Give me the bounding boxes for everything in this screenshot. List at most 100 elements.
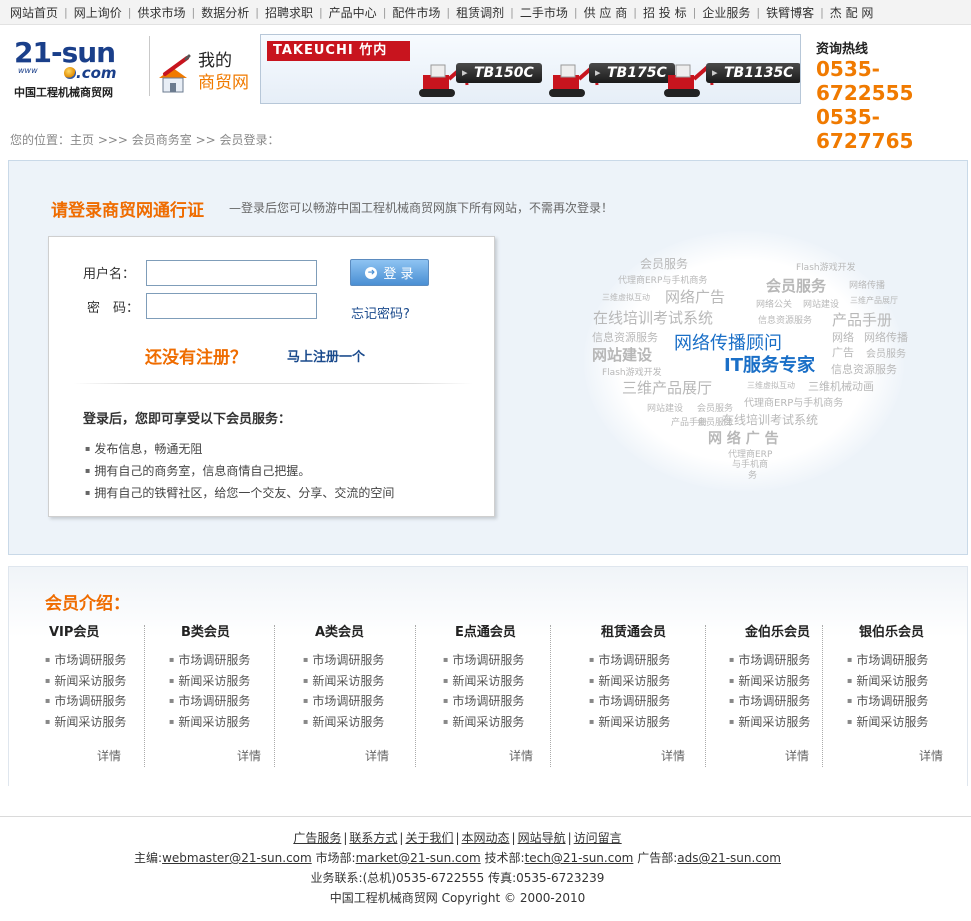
list-item: 新闻采访服务 [729, 712, 829, 733]
top-nav-link[interactable]: 产品中心 [323, 4, 383, 21]
top-nav-link[interactable]: 配件市场 [386, 4, 446, 21]
top-nav-link[interactable]: 企业服务 [696, 4, 756, 21]
top-nav-link[interactable]: 杰 配 网 [824, 4, 880, 21]
column-divider [415, 625, 416, 767]
list-item: 新闻采访服务 [169, 671, 279, 692]
cloud-word: 网络传播 [849, 281, 886, 291]
market-email-link[interactable]: market@21-sun.com [356, 851, 481, 865]
member-type-heading: B类会员 [181, 625, 230, 640]
footer-link[interactable]: 广告服务 [293, 831, 341, 845]
list-item: 拥有自己的铁臂社区，给您一个交友、分享、交流的空间 [85, 482, 394, 504]
cloud-word: 三维虚拟互动 [602, 293, 650, 302]
member-service-list: 市场调研服务新闻采访服务市场调研服务新闻采访服务 [45, 650, 145, 732]
top-nav-item: 招 投 标 | [637, 4, 696, 21]
cloud-word: 在线培训考试系统 [722, 413, 819, 427]
list-item: 发布信息，畅通无阻 [85, 438, 394, 460]
cloud-word: 在线培训考试系统 [593, 309, 714, 327]
tech-email-link[interactable]: tech@21-sun.com [525, 851, 634, 865]
top-nav-link[interactable]: 网上询价 [68, 4, 128, 21]
top-nav-link[interactable]: 数据分析 [195, 4, 255, 21]
hotline-title: 资询热线 [816, 42, 869, 57]
member-service-list: 市场调研服务新闻采访服务市场调研服务新闻采访服务 [169, 650, 279, 732]
details-link[interactable]: 详情 [509, 747, 533, 763]
column-divider [822, 625, 823, 767]
column-divider [550, 625, 551, 767]
cloud-word: 信息资源服务 [831, 363, 897, 376]
member-service-list: 市场调研服务新闻采访服务市场调研服务新闻采访服务 [303, 650, 413, 732]
list-item: 新闻采访服务 [847, 712, 947, 733]
login-panel: 请登录商贸网通行证 —登录后您可以畅游中国工程机械商贸网旗下所有网站，不需再次登… [8, 160, 968, 555]
top-nav-item: 数据分析 | [195, 4, 259, 21]
member-service-list: 市场调研服务新闻采访服务市场调研服务新闻采访服务 [443, 650, 563, 732]
top-nav-link[interactable]: 供求市场 [131, 4, 191, 21]
login-button[interactable]: ➜ 登 录 [350, 259, 429, 286]
cloud-word: 产品手册 [832, 311, 893, 329]
list-item: 市场调研服务 [589, 650, 699, 671]
details-link[interactable]: 详情 [919, 747, 943, 763]
top-nav-link[interactable]: 招 投 标 [637, 4, 693, 21]
login-form: 用户名： 密 码： ➜ 登 录 忘记密码? 还没有注册？ 马上注册一个 登录后，… [48, 236, 495, 517]
footer-link[interactable]: 访问留言 [574, 831, 622, 845]
column-divider [705, 625, 706, 767]
member-type-heading: A类会员 [315, 625, 365, 640]
top-nav-link[interactable]: 招聘求职 [259, 4, 319, 21]
details-link[interactable]: 详情 [237, 747, 261, 763]
register-link[interactable]: 马上注册一个 [287, 346, 365, 365]
column-divider [144, 625, 145, 767]
cloud-word: 信息资源服务 [592, 331, 658, 344]
top-nav-item: 网站首页 | [4, 4, 68, 21]
username-input[interactable] [146, 260, 317, 286]
top-nav-item: 二手市场 | [514, 4, 578, 21]
details-link[interactable]: 详情 [365, 747, 389, 763]
cloud-word: 三维产品展厅 [850, 296, 898, 305]
list-item: 市场调研服务 [443, 691, 563, 712]
logo-com-text: .com [76, 64, 117, 82]
details-link[interactable]: 详情 [661, 747, 685, 763]
my-trade-line2: 商贸网 [198, 73, 249, 93]
member-type-heading: 金伯乐会员 [745, 625, 811, 640]
my-trade-link[interactable]: 我的 商贸网 [198, 50, 249, 94]
list-item: 市场调研服务 [303, 691, 413, 712]
password-input[interactable] [146, 293, 317, 319]
cloud-word: 务 [748, 471, 758, 481]
username-label: 用户名： [83, 267, 136, 282]
ads-email-link[interactable]: ads@21-sun.com [677, 851, 781, 865]
cloud-word: 网络公关 [756, 300, 793, 310]
logo-cn-text: 中国工程机械商贸网 [14, 86, 113, 99]
footer-link[interactable]: 本网动态 [462, 831, 510, 845]
column-divider [274, 625, 275, 767]
cloud-word: 网络广告 [665, 288, 726, 306]
list-item: 新闻采访服务 [589, 712, 699, 733]
details-link[interactable]: 详情 [785, 747, 809, 763]
list-item: 新闻采访服务 [45, 712, 145, 733]
footer-link[interactable]: 网站导航 [518, 831, 566, 845]
list-item: 市场调研服务 [169, 691, 279, 712]
footer-copyright: 中国工程机械商贸网 Copyright © 2000-2010 [329, 891, 586, 905]
site-footer: 广告服务 | 联系方式 | 关于我们 | 本网动态 | 网站导航 | 访问留言 主编:webmast… [0, 828, 915, 908]
cloud-word: 会员服务 [766, 277, 827, 295]
editor-email-link[interactable]: webmaster@21-sun.com [162, 851, 312, 865]
member-intro-panel: 会员介绍： VIP会员市场调研服务新闻采访服务市场调研服务新闻采访服务详情B类会… [8, 566, 968, 786]
banner-model-3: TB1135C [706, 63, 800, 83]
footer-emails: 主编:webmaster@21-sun.com 市场部:market@21-su… [0, 848, 915, 868]
form-divider [73, 383, 473, 384]
footer-link-separator: | [343, 831, 348, 845]
list-item: 新闻采访服务 [169, 712, 279, 733]
details-link[interactable]: 详情 [97, 747, 121, 763]
login-title: 请登录商贸网通行证 [51, 201, 204, 221]
top-nav-link[interactable]: 铁臂博客 [760, 4, 820, 21]
list-item: 新闻采访服务 [847, 671, 947, 692]
forgot-password-link[interactable]: 忘记密码? [351, 303, 410, 322]
globe-icon [64, 67, 76, 79]
footer-link[interactable]: 关于我们 [405, 831, 453, 845]
site-logo[interactable]: 21-sun www .com 中国工程机械商贸网 [12, 36, 148, 99]
footer-link[interactable]: 联系方式 [349, 831, 397, 845]
top-nav-link[interactable]: 网站首页 [4, 4, 64, 21]
cloud-word: 三维产品展厅 [622, 379, 713, 397]
ad-banner[interactable]: TAKEUCHI 竹内 TB150C TB175C TB1135C [260, 34, 801, 104]
logo-www-text: www [18, 66, 38, 75]
top-nav-link[interactable]: 供 应 商 [578, 4, 634, 21]
cloud-word: 网站建设 [647, 404, 684, 414]
top-nav-link[interactable]: 租赁调剂 [450, 4, 510, 21]
top-nav-link[interactable]: 二手市场 [514, 4, 574, 21]
